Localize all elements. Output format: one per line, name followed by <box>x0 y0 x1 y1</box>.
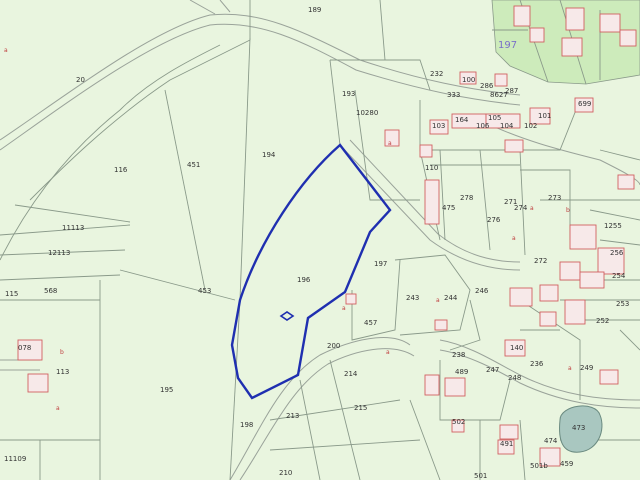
parcel-label: 213 <box>286 412 299 420</box>
svg-text:a: a <box>342 305 346 312</box>
svg-text:a: a <box>512 235 516 242</box>
parcel-label: 198 <box>240 421 253 429</box>
parcel-label: 501 <box>474 472 487 480</box>
parcel-label: 459 <box>560 460 573 468</box>
parcel-label: 11109 <box>4 455 26 463</box>
parcel-label: 193 <box>342 90 355 98</box>
parcel-label: 333 <box>447 91 460 99</box>
parcel-label: 20 <box>76 76 85 84</box>
parcel-label: 200 <box>327 342 340 350</box>
svg-text:b: b <box>566 207 570 214</box>
parcel-label: 475 <box>442 204 455 212</box>
parcel-label: 248 <box>508 374 521 382</box>
parcel-label: 473 <box>572 424 585 432</box>
svg-text:a: a <box>530 205 534 212</box>
parcel-label: 113 <box>56 368 69 376</box>
parcel-label: 489 <box>455 368 468 376</box>
parcel-label: 474 <box>544 437 558 445</box>
parcel-label: 189 <box>308 6 321 14</box>
svg-text:b: b <box>60 349 64 356</box>
parcel-label: 236 <box>530 360 544 368</box>
parcel-label: 104 <box>500 122 514 130</box>
parcel-label: 451 <box>187 161 200 169</box>
parcel-label: 214 <box>344 370 358 378</box>
parcel-label: 502 <box>452 418 465 426</box>
parcel-label: 457 <box>364 319 377 327</box>
parcel-label: 501b <box>530 462 548 470</box>
parcel-label: 491 <box>500 440 513 448</box>
parcel-label: 102 <box>524 122 537 130</box>
parcel-label: 115 <box>5 290 18 298</box>
zone-label: 197 <box>498 40 517 51</box>
parcel-label: 232 <box>430 70 443 78</box>
parcel-label: 238 <box>452 351 465 359</box>
parcel-label: 286 <box>480 82 494 90</box>
parcel-label: 11113 <box>62 224 84 232</box>
svg-text:a: a <box>388 140 392 147</box>
parcel-label: 116 <box>114 166 128 174</box>
parcel-label: 276 <box>487 216 501 224</box>
parcel-label: 253 <box>616 300 629 308</box>
parcel-label: 215 <box>354 404 367 412</box>
parcel-label: 10280 <box>356 109 378 117</box>
parcel-label: 12113 <box>48 249 70 257</box>
svg-text:a: a <box>386 349 390 356</box>
parcel-label: 100 <box>462 76 475 84</box>
parcel-label: 195 <box>160 386 173 394</box>
parcel-label: 243 <box>406 294 419 302</box>
parcel-label: 140 <box>510 344 523 352</box>
parcel-label: 106 <box>476 122 490 130</box>
parcel-label: 273 <box>548 194 561 202</box>
parcel-label: 244 <box>444 294 458 302</box>
cadastral-map[interactable]: 197 189 20 116 451 194 193 10280 232 100… <box>0 0 640 480</box>
parcel-label: 254 <box>612 272 626 280</box>
parcel-label: 256 <box>610 249 624 257</box>
svg-text:a: a <box>4 47 8 54</box>
parcel-label: 274 <box>514 204 528 212</box>
parcel-label: 110 <box>425 164 438 172</box>
parcel-label: 699 <box>578 100 591 108</box>
parcel-label: 164 <box>455 116 469 124</box>
parcel-label: 1255 <box>604 222 622 230</box>
parcel-label: 453 <box>198 287 211 295</box>
parcel-label: 197 <box>374 260 387 268</box>
svg-text:a: a <box>436 297 440 304</box>
svg-text:a: a <box>56 405 60 412</box>
parcel-label: 249 <box>580 364 593 372</box>
parcel-label: 568 <box>44 287 57 295</box>
parcel-label: 246 <box>475 287 489 295</box>
parcel-label: 196 <box>297 276 311 284</box>
parcel-label: 287 <box>505 87 518 95</box>
parcel-label: 078 <box>18 344 31 352</box>
parcel-label: 247 <box>486 366 499 374</box>
parcel-label: 252 <box>596 317 609 325</box>
parcel-label: 101 <box>538 112 551 120</box>
parcel-label: 210 <box>279 469 292 477</box>
parcel-label: 278 <box>460 194 473 202</box>
parcel-label: 105 <box>488 114 501 122</box>
svg-text:a: a <box>568 365 572 372</box>
parcel-label: 103 <box>432 122 445 130</box>
parcel-label: 194 <box>262 151 276 159</box>
parcel-label: 272 <box>534 257 547 265</box>
